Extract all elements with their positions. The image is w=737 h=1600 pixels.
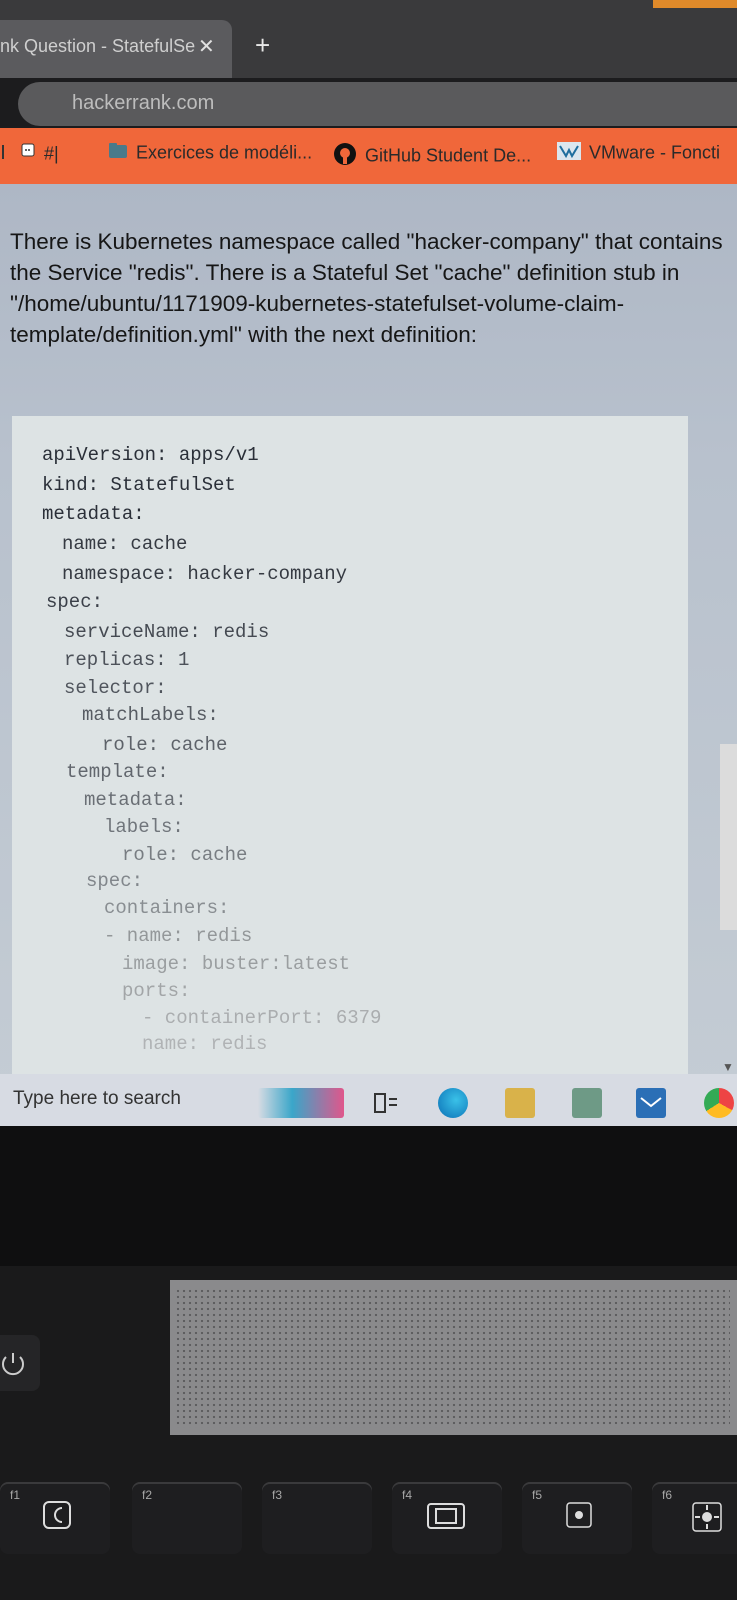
code-line: ports:	[122, 980, 191, 1002]
code-block: apiVersion: apps/v1 kind: StatefulSet meta…	[12, 416, 688, 1104]
key-f5[interactable]: f5	[522, 1482, 632, 1554]
task-view-icon[interactable]	[371, 1088, 401, 1118]
code-line: matchLabels:	[82, 704, 219, 726]
bookmark-label: GitHub Student De...	[365, 145, 532, 166]
key-f1[interactable]: f1	[0, 1482, 110, 1554]
key-f4[interactable]: f4	[392, 1482, 502, 1554]
taskbar-search-input[interactable]: Type here to search	[13, 1088, 181, 1110]
display-mode-icon	[43, 1501, 71, 1529]
widget-icon[interactable]	[258, 1088, 344, 1118]
code-line: spec:	[86, 870, 144, 892]
scroll-down-icon[interactable]: ▼	[722, 1060, 734, 1074]
tab-title: nk Question - StatefulSe	[0, 36, 196, 56]
code-line: kind: StatefulSet	[42, 474, 236, 496]
code-line: role: cache	[102, 734, 228, 756]
screen-bezel	[0, 1126, 737, 1266]
folder-icon	[108, 142, 128, 165]
key-label: f5	[532, 1488, 543, 1502]
bookmarks-bar: #| Exercices de modéli... GitHub Student…	[0, 128, 737, 184]
key-f6[interactable]: f6	[652, 1482, 737, 1554]
key-label: f1	[10, 1488, 21, 1502]
windows-taskbar: Type here to search	[0, 1074, 737, 1126]
store-icon[interactable]	[572, 1088, 602, 1118]
code-line: image: buster:latest	[122, 953, 351, 975]
bookmark-label: VMware - Foncti	[589, 142, 721, 163]
active-tab[interactable]: nk Question - StatefulSe ✕	[0, 20, 232, 78]
bookmark-item[interactable]: #|	[2, 142, 59, 167]
code-line: serviceName: redis	[64, 621, 270, 643]
file-explorer-icon[interactable]	[505, 1088, 535, 1118]
code-line: - containerPort: 6379	[142, 1007, 382, 1029]
brightness-down-icon	[566, 1502, 592, 1528]
code-line: - name: redis	[104, 925, 253, 947]
bookmark-item[interactable]: GitHub Student De...	[333, 142, 531, 171]
code-line: metadata:	[84, 789, 187, 811]
browser-tab-bar: nk Question - StatefulSe ✕ +	[0, 0, 737, 78]
code-line: selector:	[64, 677, 167, 699]
url-text: hackerrank.com	[72, 92, 215, 114]
brightness-up-icon	[692, 1502, 722, 1532]
chrome-icon[interactable]	[704, 1088, 734, 1118]
code-line: role: cache	[122, 844, 248, 866]
code-line: template:	[66, 761, 169, 783]
bookmark-label: #|	[44, 143, 59, 164]
window-edge	[653, 0, 737, 8]
key-f2[interactable]: f2	[132, 1482, 242, 1554]
tab-close-icon[interactable]: ✕	[198, 34, 215, 59]
code-line: spec:	[46, 591, 104, 613]
question-text: There is Kubernetes namespace called "ha…	[10, 229, 723, 347]
code-line: name: redis	[142, 1033, 268, 1055]
key-label: f3	[272, 1488, 283, 1502]
github-icon	[333, 142, 357, 171]
vmware-icon	[557, 142, 581, 165]
key-label: f6	[662, 1488, 673, 1502]
key-label: f2	[142, 1488, 153, 1502]
key-f3[interactable]: f3	[262, 1482, 372, 1554]
window-switch-icon	[427, 1503, 465, 1529]
power-icon	[2, 1353, 24, 1376]
bookmark-label: Exercices de modéli...	[136, 142, 313, 163]
page-scrollbar[interactable]	[720, 744, 737, 930]
key-label: f4	[402, 1488, 413, 1502]
bookmark-app-icon	[2, 142, 36, 167]
bookmark-item[interactable]: Exercices de modéli...	[108, 142, 312, 165]
code-line: name: cache	[62, 533, 188, 555]
code-line: containers:	[104, 897, 230, 919]
bookmark-item[interactable]: VMware - Foncti	[557, 142, 720, 165]
speaker-grille	[175, 1288, 730, 1428]
power-button[interactable]	[0, 1335, 40, 1391]
mail-icon[interactable]	[636, 1088, 666, 1118]
code-line: labels:	[104, 816, 184, 838]
page-content: There is Kubernetes namespace called "ha…	[0, 184, 737, 1104]
code-line: replicas: 1	[64, 649, 190, 671]
new-tab-button[interactable]: +	[255, 30, 270, 61]
code-line: metadata:	[42, 503, 145, 525]
code-line: namespace: hacker-company	[62, 563, 348, 585]
address-bar[interactable]: hackerrank.com	[18, 82, 737, 126]
laptop-screen: nk Question - StatefulSe ✕ + hackerrank.…	[0, 0, 737, 1160]
code-line: apiVersion: apps/v1	[42, 444, 259, 466]
edge-icon[interactable]	[438, 1088, 468, 1118]
